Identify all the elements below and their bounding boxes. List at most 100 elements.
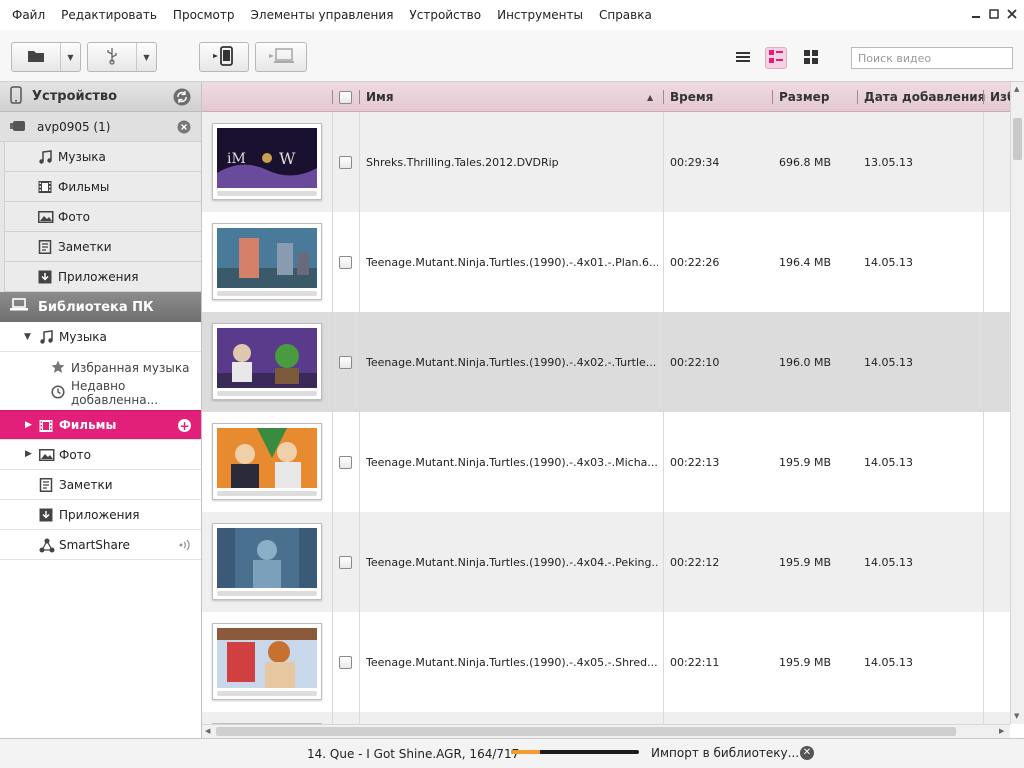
detail-view-icon [768,49,784,68]
grid-view-icon [803,49,819,68]
row-checkbox[interactable] [339,355,352,369]
device-item[interactable]: avp0905 (1) [0,112,201,142]
refresh-icon[interactable] [173,88,191,110]
device-item-photo[interactable]: Фото [4,202,201,232]
library-item-label: Заметки [59,477,113,492]
search-input[interactable] [851,47,1013,69]
folder-dropdown-arrow[interactable]: ▼ [60,43,80,71]
expand-arrow-icon[interactable]: ▶ [25,449,32,459]
menu-controls[interactable]: Элементы управления [243,8,402,22]
film-icon [39,419,53,436]
row-checkbox[interactable] [339,155,352,169]
table-row[interactable]: Teenage.Mutant.Ninja.Turtles.(1990).-.4x… [202,312,1010,412]
video-thumbnail[interactable]: iM W [212,123,322,200]
table-row[interactable]: Teenage.Mutant.Ninja.Turtles.(1990).-.4x… [202,412,1010,512]
maximize-icon[interactable] [988,8,1000,20]
select-all-checkbox[interactable] [339,90,352,104]
menu-file[interactable]: Файл [4,8,53,22]
sync-to-phone-button[interactable] [199,42,249,72]
table-row[interactable]: Teenage.Mutant.Ninja.Turtles.(1990).-.4x… [202,612,1010,712]
device-item-label: Музыка [58,149,106,164]
signal-icon [179,539,191,554]
horizontal-scrollbar[interactable]: ◀ ▶ [202,724,1010,738]
minimize-icon[interactable] [970,8,982,20]
row-checkbox[interactable] [339,255,352,269]
row-checkbox[interactable] [339,455,352,469]
folder-button[interactable]: ▼ [11,42,81,72]
device-item-apps[interactable]: Приложения [4,262,201,292]
video-date: 14.05.13 [864,355,913,369]
menu-tools[interactable]: Инструменты [489,8,591,22]
library-item-apps[interactable]: Приложения [0,500,201,530]
table-row[interactable]: Teenage.Mutant.Ninja.Turtles.(1990).-.4x… [202,512,1010,612]
library-item-recent[interactable]: Недавно добавленна... [0,379,201,407]
plus-icon[interactable]: + [178,419,191,432]
library-item-smartshare[interactable]: SmartShare [0,530,201,560]
close-icon[interactable] [177,120,191,137]
table-row[interactable]: iM W Shreks.Thrilling.Tales.2012.DVDRip 0… [202,112,1010,212]
video-name: Teenage.Mutant.Ninja.Turtles.(1990).-.4x… [366,255,658,269]
vertical-scrollbar[interactable]: ▲ ▼ [1010,82,1024,724]
device-item-films[interactable]: Фильмы [4,172,201,202]
device-section-header[interactable]: Устройство [0,82,201,112]
scroll-up-arrow-icon[interactable]: ▲ [1014,85,1019,93]
menu-help[interactable]: Справка [591,8,660,22]
video-name: Teenage.Mutant.Ninja.Turtles.(1990).-.4x… [366,355,657,369]
expand-arrow-icon[interactable]: ▼ [24,332,31,342]
device-item-notes[interactable]: Заметки [4,232,201,262]
row-checkbox[interactable] [339,655,352,669]
column-date[interactable]: Дата добавления [864,82,985,112]
video-thumbnail[interactable] [212,223,322,300]
horizontal-scroll-thumb[interactable] [216,727,956,736]
library-item-label: SmartShare [59,537,130,552]
notes-icon [39,478,53,495]
cancel-import-icon[interactable]: ✕ [800,746,814,760]
close-window-icon[interactable] [1006,8,1018,20]
column-favorite[interactable]: Изб [990,82,1010,112]
sidebar: Устройство avp0905 (1) Музыка Фильмы Фот… [0,82,202,738]
menu-device[interactable]: Устройство [401,8,489,22]
sync-to-pc-button[interactable] [255,42,307,72]
video-thumbnail[interactable] [212,323,322,400]
menu-edit[interactable]: Редактировать [53,8,165,22]
detail-view-button[interactable] [765,47,787,69]
list-view-icon [735,50,751,67]
column-time[interactable]: Время [670,82,713,112]
import-progress-fill [511,750,541,754]
toolbar: ▼ ▼ [0,30,1024,82]
usb-button[interactable]: ▼ [87,42,157,72]
usb-plug-icon [10,120,28,135]
sort-ascending-icon[interactable]: ▲ [647,82,653,112]
table-row[interactable]: Teenage.Mutant.Ninja.Turtles.(1990).-.4x… [202,212,1010,312]
library-item-films[interactable]: ▶ Фильмы + [0,410,201,440]
library-item-favorite-music[interactable]: Избранная музыка [0,355,201,380]
scroll-down-arrow-icon[interactable]: ▼ [1014,712,1019,720]
video-size: 196.0 MB [779,355,832,369]
pc-sync-icon [267,47,295,68]
library-item-label: Фильмы [59,418,117,432]
column-name[interactable]: Имя [366,82,394,112]
video-size: 195.9 MB [779,655,832,669]
device-item-music[interactable]: Музыка [4,142,201,172]
menu-view[interactable]: Просмотр [165,8,243,22]
video-thumbnail[interactable] [212,623,322,700]
scroll-left-arrow-icon[interactable]: ◀ [205,727,210,735]
video-thumbnail[interactable] [212,523,322,600]
expand-arrow-icon[interactable]: ▶ [25,420,32,430]
apps-icon [39,508,53,525]
video-thumbnail[interactable] [212,423,322,500]
usb-dropdown-arrow[interactable]: ▼ [136,43,156,71]
notes-icon [38,240,52,257]
vertical-scroll-thumb[interactable] [1013,118,1022,160]
library-item-music[interactable]: ▼ Музыка [0,322,201,352]
device-item-label: Фильмы [58,179,110,194]
scroll-right-arrow-icon[interactable]: ▶ [999,727,1004,735]
pc-library-header[interactable]: Библиотека ПК [0,292,201,322]
grid-view-button[interactable] [800,47,822,69]
library-item-photo[interactable]: ▶ Фото [0,440,201,470]
list-view-button[interactable] [732,47,754,69]
smartshare-icon [39,538,55,557]
library-item-notes[interactable]: Заметки [0,470,201,500]
column-size[interactable]: Размер [779,82,829,112]
row-checkbox[interactable] [339,555,352,569]
